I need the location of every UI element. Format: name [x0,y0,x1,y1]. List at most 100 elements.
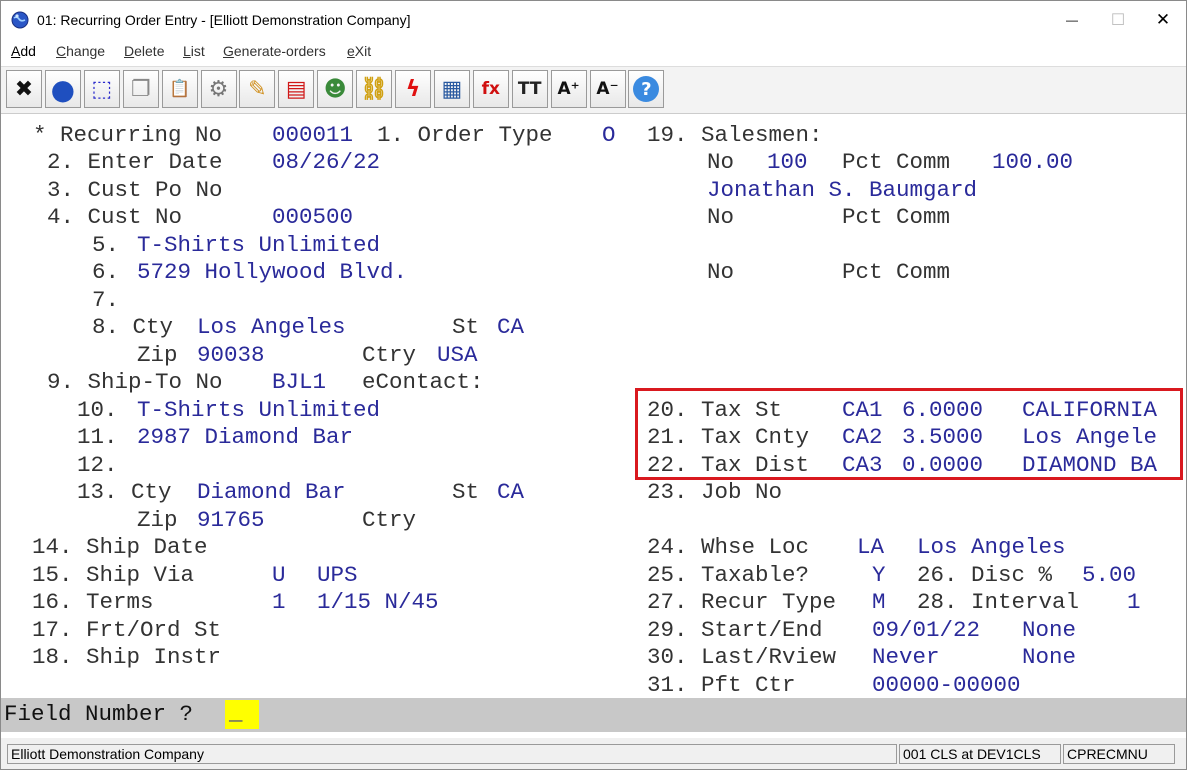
minimize-button[interactable]: — [1049,1,1095,39]
frt-ord-st-label: 17. Frt/Ord St [32,617,222,643]
cust-state-value[interactable]: CA [497,314,524,340]
cust-no-value[interactable]: 000500 [272,204,353,230]
terms-label: 16. Terms [32,589,154,615]
ship-to-no-label: 9. Ship-To No [47,369,223,395]
cust-name-value[interactable]: T-Shirts Unlimited [137,232,380,258]
cust-country-label: Ctry [362,342,417,368]
cust-address1-value[interactable]: 5729 Hollywood Blvd. [137,259,407,285]
enter-date-value[interactable]: 08/26/22 [272,149,380,175]
font-increase-button[interactable]: A⁺ [550,70,587,108]
recur-type-label: 27. Recur Type [647,589,837,615]
terms-code[interactable]: 1 [272,589,286,615]
menu-exit[interactable]: eXit [347,43,371,59]
menu-change[interactable]: Change [56,43,105,59]
start-date-value[interactable]: 09/01/22 [872,617,980,643]
users-button[interactable]: ☻ [317,70,354,108]
font-decrease-button[interactable]: A⁻ [589,70,626,108]
salesman1-no-value[interactable]: 100 [767,149,808,175]
link-button[interactable]: ⛓ [356,70,393,108]
order-entry-screen: * Recurring No 000011 1. Order Type O 1 9… [1,116,1186,698]
ship-to-no-value[interactable]: BJL1 [272,369,326,395]
salesman2-pct-label: Pct Comm [842,204,951,230]
ship-to-state-value[interactable]: CA [497,479,524,505]
copy-button[interactable]: ❐ [122,70,159,108]
select-box-button[interactable]: ⬚ [83,70,120,108]
salesman1-pct-value[interactable]: 100.00 [992,149,1073,175]
menu-bar: Add Change Delete List Generate-orders e… [1,41,1186,63]
ship-to-address1-value[interactable]: 2987 Diamond Bar [137,424,353,450]
close-x-button[interactable]: ✖ [6,70,42,108]
disc-pct-label: 26. Disc % [917,562,1053,588]
ship-date-label: 14. Ship Date [32,534,208,560]
recurring-no-value[interactable]: 000011 [272,122,353,148]
econtact-label: eContact: [362,369,484,395]
enter-date-label: 2. Enter Date [47,149,223,175]
status-bar: Elliott Demonstration Company 001 CLS at… [1,738,1186,769]
status-session: 001 CLS at DEV1CLS [899,744,1061,764]
profit-center-value[interactable]: 00000-00000 [872,672,1021,698]
taxable-value[interactable]: Y [872,562,886,588]
menu-delete[interactable]: Delete [124,43,164,59]
prompt-label: Field Number ? [4,701,194,727]
close-button[interactable]: ✕ [1140,1,1186,39]
lightning-button[interactable]: ϟ [395,70,431,108]
font-size-button[interactable]: TT [511,70,548,108]
globe-button[interactable]: ● [44,70,81,108]
whse-loc-code[interactable]: LA [857,534,884,560]
cust-zip-value[interactable]: 90038 [197,342,265,368]
cust-country-value[interactable]: USA [437,342,478,368]
field-number-prompt: Field Number ? _ [1,698,1186,732]
gear-button[interactable]: ⚙ [200,70,237,108]
ship-to-name-value[interactable]: T-Shirts Unlimited [137,397,380,423]
order-type-label: 1. Order Type [377,122,553,148]
app-globe-icon [11,11,29,29]
calendar-button[interactable]: ▤ [278,70,315,108]
edit-pencil-button[interactable]: ✎ [239,70,276,108]
menu-add[interactable]: Add [11,43,36,59]
tax-fields-highlight-box [635,388,1183,480]
font-size-icon: TT [517,79,542,99]
cust-no-label: 4. Cust No [47,204,183,230]
ship-via-desc: UPS [317,562,358,588]
order-type-value[interactable]: O [602,122,616,148]
ship-via-code[interactable]: U [272,562,286,588]
minimize-icon: — [1066,13,1078,27]
last-review-label: 30. Last/Rview [647,644,837,670]
field-number-input[interactable]: _ [225,700,259,729]
globe-icon: ● [50,72,76,106]
interval-value[interactable]: 1 [1127,589,1141,615]
ship-to-zip-label: Zip [137,507,178,533]
ship-to-state-label: St [452,479,480,505]
maximize-button[interactable]: ☐ [1095,1,1141,39]
function-button[interactable]: fx [472,70,509,108]
field5-label: 5. [92,232,120,258]
taxable-label: 25. Taxable? [647,562,810,588]
help-icon: ? [633,76,660,102]
ship-to-city-value[interactable]: Diamond Bar [197,479,346,505]
copy-icon: ❐ [130,76,151,102]
menu-list[interactable]: List [183,43,205,59]
end-date-value[interactable]: None [1022,617,1076,643]
toolbar: ✖ ● ⬚ ❐ 📋 ⚙ ✎ ▤ ☻ ⛓ ϟ ▦ fx TT A⁺ A⁻? [1,66,1186,114]
status-company: Elliott Demonstration Company [7,744,897,764]
salesman3-no-label: No [707,259,735,285]
help-button[interactable]: ? [628,70,665,108]
field6-label: 6. [92,259,120,285]
cust-city-value[interactable]: Los Angeles [197,314,346,340]
report-button[interactable]: ▦ [433,70,470,108]
disc-pct-value[interactable]: 5.00 [1082,562,1136,588]
status-menu-code: CPRECMNU [1063,744,1175,764]
cust-po-label: 3. Cust Po No [47,177,223,203]
font-increase-icon: A⁺ [557,79,580,99]
font-decrease-icon: A⁻ [596,79,619,99]
paste-button[interactable]: 📋 [161,70,198,108]
close-x-icon: ✖ [14,76,34,102]
ship-to-city-label: 13. Cty [77,479,172,505]
application-window: 01: Recurring Order Entry - [Elliott Dem… [0,0,1187,770]
ship-to-zip-value[interactable]: 91765 [197,507,265,533]
close-icon: ✕ [1155,10,1171,29]
menu-generate-orders[interactable]: Generate-orders [223,43,326,59]
recurring-no-label: * Recurring No [33,122,223,148]
salesman2-no-label: No [707,204,735,230]
recur-type-value[interactable]: M [872,589,886,615]
